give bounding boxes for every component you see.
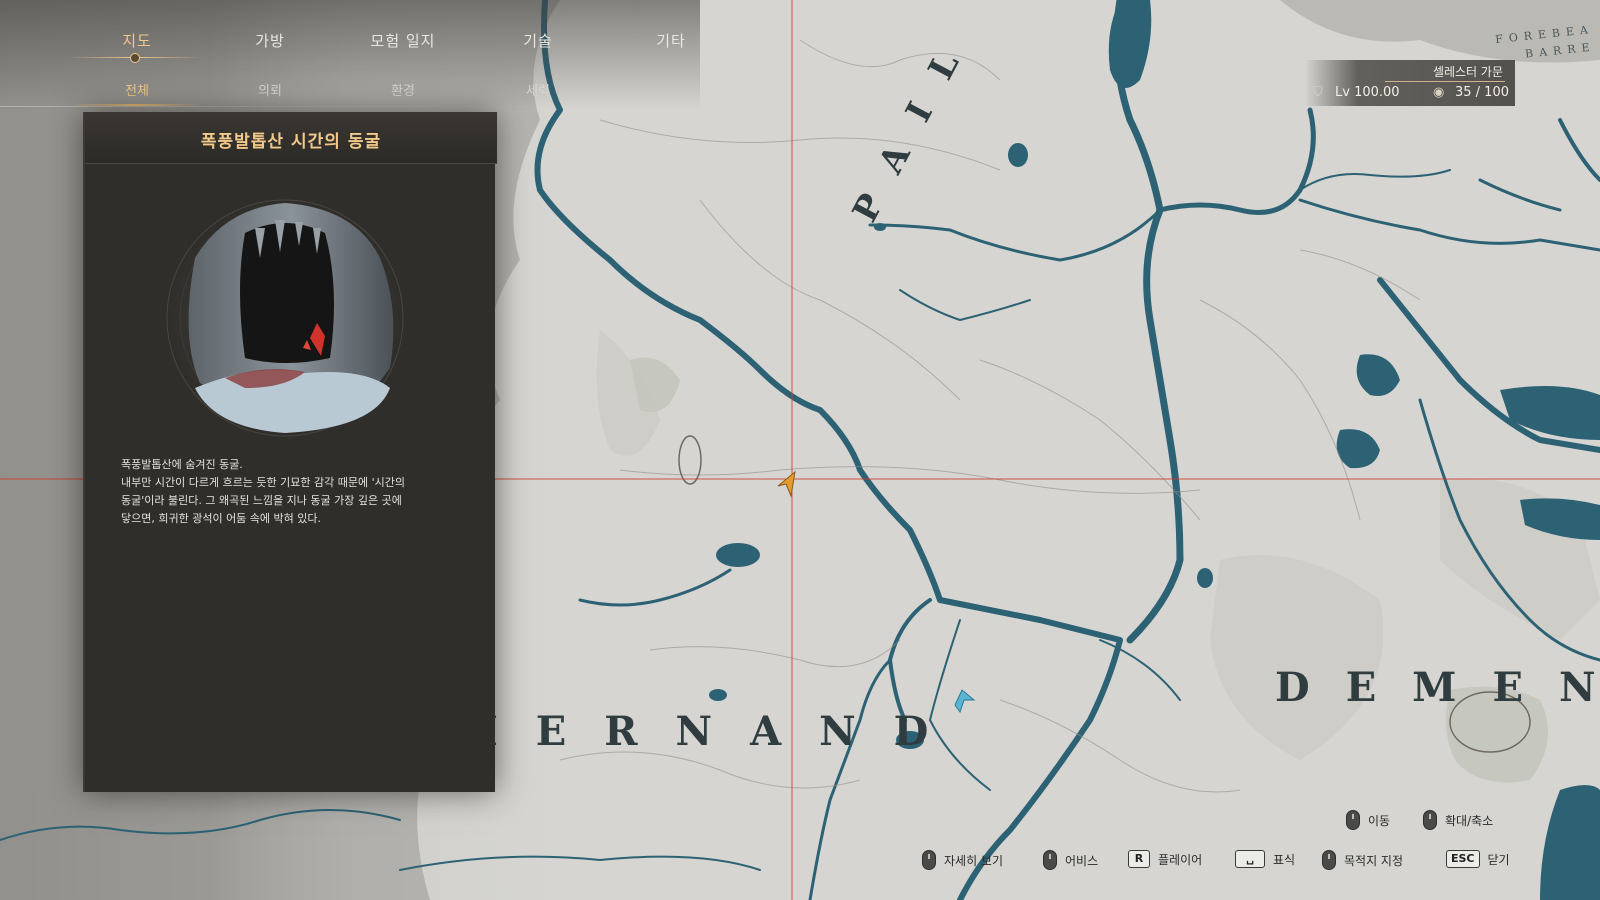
description-line: 닿으면, 희귀한 광석이 어둠 속에 박혀 있다. [121,512,322,525]
player-count: 35 / 100 [1455,85,1509,100]
faction-underline [1385,81,1505,82]
tab-bag[interactable]: 가방 [205,30,335,60]
control-label: 어비스 [1065,853,1099,868]
level-icon: ⛉ [1313,85,1323,100]
control-label: 자세히 보기 [944,853,1004,868]
subtab-quests[interactable]: 의뢰 [205,80,335,102]
mouse-middle-icon [1322,850,1336,870]
location-description: 폭풍발톱산에 숨겨진 동굴. 내부만 시간이 다르게 흐르는 듯한 기묘한 감각… [121,456,461,528]
control-close[interactable]: ESC 닫기 [1446,850,1510,868]
control-zoom: 확대/축소 [1423,810,1493,830]
region-label-demen: DEMEN [1275,664,1600,711]
control-abyss[interactable]: 어비스 [1043,850,1098,870]
tab-skills[interactable]: 기술 [473,30,603,60]
subtab-environment[interactable]: 환경 [338,80,468,102]
location-info-panel: 폭풍발톱산 시간의 동굴 폭풍발톱산에 숨겨진 동굴. 내부만 시간이 다르게 … [83,112,497,792]
panel-header: 폭풍발톱산 시간의 동굴 [85,112,497,164]
region-label-hernand: HERNAND [460,708,967,755]
mouse-left-icon [922,850,936,870]
tab-adventure-log[interactable]: 모험 일지 [338,30,468,60]
control-label: 닫기 [1487,852,1510,867]
subtab-factions[interactable]: 세력 [473,80,603,102]
key-esc: ESC [1446,850,1480,868]
shield-coin-icon: ◉ [1433,85,1445,100]
control-mark[interactable]: ␣ 표식 [1235,850,1295,868]
mouse-icon [1346,810,1360,830]
cave-illustration [166,199,404,437]
control-player[interactable]: R 플레이어 [1128,850,1202,868]
subtab-all[interactable]: 전체 [72,80,202,102]
player-info: 셀레스터 가문 ⛉ Lv 100.00 ◉ 35 / 100 [1305,60,1515,106]
tab-active-indicator [130,53,140,63]
control-set-destination[interactable]: 목적지 지정 [1322,850,1403,870]
description-line: 내부만 시간이 다르게 흐르는 듯한 기묘한 감각 때문에 '시간의 [121,476,405,489]
mouse-right-icon [1043,850,1057,870]
control-label: 플레이어 [1158,852,1203,867]
control-label: 이동 [1368,813,1391,828]
nav-divider [0,106,600,107]
mouse-wheel-icon [1423,810,1437,830]
control-label: 목적지 지정 [1344,853,1404,868]
control-details[interactable]: 자세히 보기 [922,850,1003,870]
control-label: 표식 [1273,852,1296,867]
tab-other[interactable]: 기타 [606,30,736,60]
faction-name: 셀레스터 가문 [1432,65,1503,79]
control-move: 이동 [1346,810,1390,830]
description-line: 동굴'이라 불린다. 그 왜곡된 느낌을 지나 동굴 가장 깊은 곳에 [121,494,402,507]
key-r: R [1128,850,1150,868]
player-level: Lv 100.00 [1335,85,1400,100]
key-space: ␣ [1235,850,1265,868]
control-label: 확대/축소 [1445,813,1494,828]
description-line: 폭풍발톱산에 숨겨진 동굴. [121,458,243,471]
location-title: 폭풍발톱산 시간의 동굴 [200,132,382,152]
